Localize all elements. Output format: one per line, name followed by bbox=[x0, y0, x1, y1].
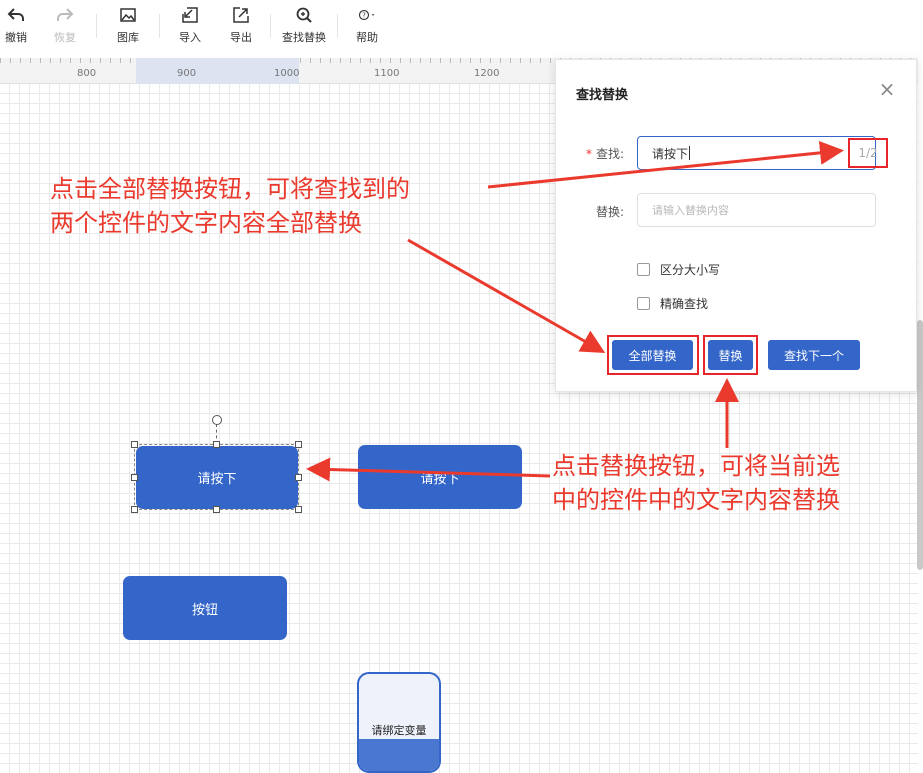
resize-handle[interactable] bbox=[295, 474, 302, 481]
ruler-tick: 900 bbox=[177, 68, 197, 79]
image-icon bbox=[120, 8, 136, 22]
toolbar-divider bbox=[159, 14, 160, 38]
resize-handle[interactable] bbox=[295, 441, 302, 448]
resize-handle[interactable] bbox=[295, 506, 302, 513]
annotation-top-line1: 点击全部替换按钮，可将查找到的 bbox=[50, 175, 410, 203]
checkbox-box bbox=[637, 297, 650, 310]
find-replace-label: 查找替换 bbox=[282, 31, 326, 44]
help-button[interactable]: ? 帮助 bbox=[352, 6, 382, 52]
resize-handle[interactable] bbox=[131, 474, 138, 481]
dialog-title: 查找替换 bbox=[576, 88, 629, 103]
replace-input[interactable]: 请输入替换内容 bbox=[637, 193, 876, 227]
replace-button[interactable]: 替换 bbox=[708, 340, 753, 370]
find-replace-button[interactable]: 查找替换 bbox=[278, 6, 330, 52]
import-button[interactable]: 导入 bbox=[176, 6, 204, 52]
resize-handle[interactable] bbox=[213, 441, 220, 448]
undo-icon bbox=[7, 8, 24, 21]
resize-handle[interactable] bbox=[131, 506, 138, 513]
ruler-tick: 1000 bbox=[274, 68, 300, 79]
close-icon[interactable]: × bbox=[878, 79, 896, 99]
exact-match-checkbox[interactable]: 精确查找 bbox=[637, 295, 708, 312]
toolbar-divider bbox=[270, 14, 271, 38]
gallery-button[interactable]: 图库 bbox=[114, 6, 142, 52]
replace-label: 替换: bbox=[595, 205, 624, 219]
bind-variable-label: 请绑定变量 bbox=[371, 724, 427, 737]
find-replace-icon bbox=[296, 7, 312, 23]
ruler-tick: 800 bbox=[77, 68, 97, 79]
svg-text:?: ? bbox=[362, 12, 366, 20]
import-icon bbox=[182, 7, 198, 23]
match-count: 1/2 bbox=[848, 138, 888, 168]
find-label: * 查找: bbox=[564, 145, 624, 162]
find-input-value: 请按下 bbox=[652, 146, 689, 161]
required-mark: * bbox=[585, 147, 592, 161]
vertical-scrollbar[interactable] bbox=[917, 320, 923, 570]
case-sensitive-checkbox[interactable]: 区分大小写 bbox=[637, 261, 720, 278]
annotation-top-line2: 两个控件的文字内容全部替换 bbox=[50, 209, 362, 237]
second-button-node[interactable]: 请按下 bbox=[358, 445, 522, 509]
find-input[interactable]: 请按下 bbox=[637, 136, 876, 170]
annotation-bottom: 点击替换按钮，可将当前选 中的控件中的文字内容替换 bbox=[552, 449, 840, 517]
replace-all-button[interactable]: 全部替换 bbox=[612, 340, 693, 370]
bind-variable-node[interactable]: 请绑定变量 bbox=[357, 672, 441, 773]
export-icon bbox=[233, 7, 249, 23]
ruler-tick: 1100 bbox=[374, 68, 400, 79]
export-label: 导出 bbox=[230, 31, 252, 44]
button-node[interactable]: 按钮 bbox=[123, 576, 287, 640]
help-icon: ? bbox=[358, 9, 375, 21]
rotate-handle[interactable] bbox=[212, 415, 222, 425]
export-button[interactable]: 导出 bbox=[227, 6, 255, 52]
import-label: 导入 bbox=[179, 31, 201, 44]
undo-button[interactable]: 撤销 bbox=[2, 6, 30, 52]
find-next-button[interactable]: 查找下一个 bbox=[768, 340, 860, 370]
gallery-label: 图库 bbox=[117, 31, 139, 44]
toolbar-divider bbox=[96, 14, 97, 38]
redo-label: 恢复 bbox=[54, 31, 76, 44]
toolbar-divider bbox=[337, 14, 338, 38]
exact-match-label: 精确查找 bbox=[660, 297, 709, 311]
annotation-bottom-line1: 点击替换按钮，可将当前选 bbox=[552, 452, 840, 480]
bind-node-fill bbox=[359, 739, 439, 771]
replace-input-placeholder: 请输入替换内容 bbox=[652, 204, 729, 217]
resize-handle[interactable] bbox=[213, 506, 220, 513]
redo-icon bbox=[57, 8, 74, 21]
ruler-tick: 1200 bbox=[474, 68, 500, 79]
checkbox-box bbox=[637, 263, 650, 276]
resize-handle[interactable] bbox=[131, 441, 138, 448]
find-replace-dialog: 查找替换 × * 查找: 请按下 1/2 替换: 请输入替换内容 区分大小写 精确… bbox=[555, 59, 917, 392]
toolbar: 撤销 恢复 图库 导入 导出 查找替换 ? 帮助 bbox=[0, 0, 923, 56]
redo-button[interactable]: 恢复 bbox=[51, 6, 79, 52]
find-label-text: 查找: bbox=[595, 147, 624, 161]
undo-label: 撤销 bbox=[5, 31, 27, 44]
annotation-top: 点击全部替换按钮，可将查找到的 两个控件的文字内容全部替换 bbox=[50, 172, 410, 240]
help-label: 帮助 bbox=[356, 31, 378, 44]
selection-box bbox=[134, 444, 299, 510]
text-cursor bbox=[689, 146, 691, 160]
annotation-bottom-line2: 中的控件中的文字内容替换 bbox=[552, 486, 840, 514]
case-sensitive-label: 区分大小写 bbox=[660, 263, 721, 277]
